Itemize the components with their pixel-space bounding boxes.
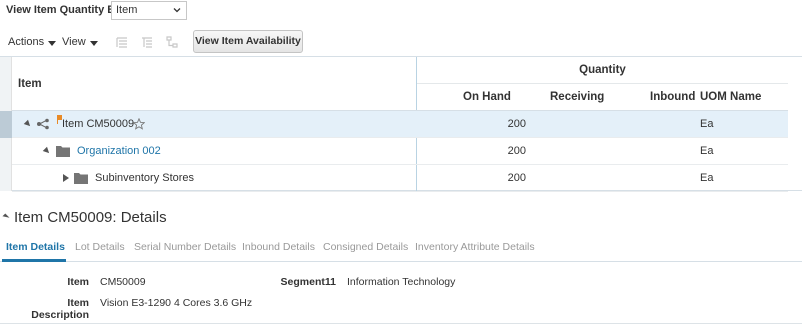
active-tab-indicator xyxy=(2,259,66,262)
tab-lot-details[interactable]: Lot Details xyxy=(75,241,125,253)
actions-menu-label: Actions xyxy=(8,36,45,48)
uom-value: Ea xyxy=(700,118,714,130)
tab-item-details[interactable]: Item Details xyxy=(6,241,65,253)
actions-menu[interactable]: Actions xyxy=(8,36,57,48)
view-quantity-label: View Item Quantity By xyxy=(6,4,122,16)
column-header-uom-name[interactable]: UOM Name xyxy=(700,91,761,103)
segment-value: Information Technology xyxy=(347,276,456,288)
table-row[interactable]: Item CM50009 200 Ea xyxy=(0,111,788,138)
subinventory-name[interactable]: Subinventory Stores xyxy=(95,172,194,184)
column-header-on-hand[interactable]: On Hand xyxy=(463,91,511,103)
details-section-header[interactable]: Item CM50009: Details xyxy=(2,209,167,226)
chevron-down-icon xyxy=(173,8,181,13)
structure-icon xyxy=(37,118,49,130)
item-name[interactable]: Item CM50009 xyxy=(62,118,134,130)
expand-all-icon[interactable] xyxy=(141,36,153,48)
on-hand-value: 200 xyxy=(507,145,526,157)
on-hand-value: 200 xyxy=(507,172,526,184)
column-header-inbound[interactable]: Inbound xyxy=(650,91,695,103)
disclosure-closed-icon[interactable] xyxy=(63,174,69,182)
view-quantity-bar: View Item Quantity By Item xyxy=(0,0,802,22)
disclosure-open-icon[interactable] xyxy=(42,146,52,156)
dropdown-arrow-icon xyxy=(89,41,98,46)
folder-icon xyxy=(56,146,70,157)
tab-inventory-attribute-details[interactable]: Inventory Attribute Details xyxy=(415,241,535,253)
folder-icon xyxy=(74,173,88,184)
organization-link[interactable]: Organization 002 xyxy=(77,145,161,157)
column-header-item[interactable]: Item xyxy=(18,78,42,90)
view-quantity-value: Item xyxy=(116,4,138,16)
disclosure-open-icon[interactable] xyxy=(23,119,33,129)
uom-value: Ea xyxy=(700,172,714,184)
tab-serial-number-details[interactable]: Serial Number Details xyxy=(134,241,236,253)
item-description-value: Vision E3-1290 4 Cores 3.6 GHz xyxy=(100,297,253,309)
item-label: Item xyxy=(67,276,89,288)
tab-consigned-details[interactable]: Consigned Details xyxy=(323,241,408,253)
view-menu[interactable]: View xyxy=(62,36,98,48)
column-group-quantity: Quantity xyxy=(417,57,788,84)
tab-inbound-details[interactable]: Inbound Details xyxy=(242,241,315,253)
dropdown-arrow-icon xyxy=(48,41,57,46)
star-icon[interactable] xyxy=(133,118,145,130)
table-row[interactable]: Organization 002 200 Ea xyxy=(12,138,788,165)
uom-value: Ea xyxy=(700,145,714,157)
details-title: Item CM50009: Details xyxy=(14,209,167,226)
disclosure-open-icon xyxy=(2,213,10,221)
item-value: CM50009 xyxy=(100,276,146,288)
toolbar: Actions View View Item Availability xyxy=(0,30,802,54)
table-row[interactable]: Subinventory Stores 200 Ea xyxy=(12,165,788,192)
collapse-all-icon[interactable] xyxy=(116,36,128,48)
on-hand-value: 200 xyxy=(507,118,526,130)
selected-row-indicator xyxy=(0,111,12,138)
quantity-tree-table: Item Quantity On Hand Receiving Inbound … xyxy=(0,56,802,192)
details-tabs: Item Details Lot Details Serial Number D… xyxy=(0,234,802,262)
view-item-availability-button[interactable]: View Item Availability xyxy=(193,30,303,53)
item-description-label: Item Description xyxy=(31,297,89,321)
segment-label: Segment11 xyxy=(280,276,336,288)
column-header-receiving[interactable]: Receiving xyxy=(550,91,604,103)
view-quantity-select[interactable]: Item xyxy=(111,1,187,20)
hierarchy-icon[interactable] xyxy=(166,36,178,48)
item-details-panel: Item CM50009 Segment11 Information Techn… xyxy=(0,264,802,324)
view-menu-label: View xyxy=(62,36,86,48)
